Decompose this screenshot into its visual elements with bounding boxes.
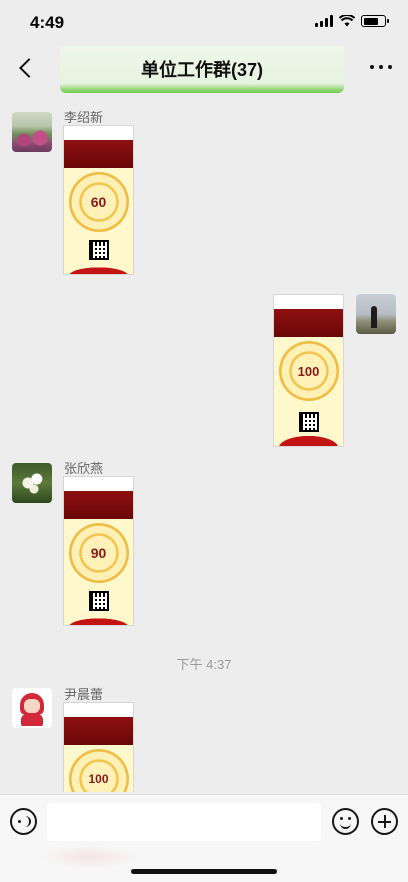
image-message[interactable]: 60 — [63, 125, 134, 275]
image-message[interactable]: 100 — [273, 294, 344, 447]
score-medal: 60 — [68, 172, 129, 232]
sender-name: 张欣燕 — [64, 461, 104, 476]
image-message[interactable]: 90 — [63, 476, 134, 626]
chat-area[interactable]: 李绍新 60 100 张欣燕 90 下午 4:37 尹晨蕾 100 — [0, 92, 408, 792]
sender-name: 尹晨蕾 — [64, 687, 104, 702]
score-medal: 100 — [278, 341, 339, 401]
battery-icon — [361, 15, 389, 27]
qr-code — [88, 591, 109, 611]
plus-icon[interactable] — [371, 808, 398, 835]
more-options-icon[interactable] — [370, 64, 392, 70]
sender-name: 李绍新 — [64, 110, 104, 125]
score-medal: 90 — [68, 523, 129, 583]
score-value: 60 — [90, 194, 107, 210]
image-message[interactable]: 100 — [63, 702, 134, 792]
emoji-icon[interactable] — [332, 808, 359, 835]
chat-title: 单位工作群(37) — [140, 60, 263, 80]
avatar[interactable] — [12, 688, 52, 728]
avatar[interactable] — [12, 463, 52, 503]
input-bar — [0, 794, 408, 882]
signal-icon — [315, 15, 333, 27]
home-indicator — [131, 869, 277, 874]
score-value: 100 — [297, 363, 320, 379]
score-medal: 100 — [68, 749, 129, 792]
avatar[interactable] — [356, 294, 396, 334]
status-time: 4:49 — [30, 13, 65, 32]
score-value: 100 — [88, 772, 109, 786]
voice-input-icon[interactable] — [10, 808, 37, 835]
qr-code — [298, 412, 319, 432]
avatar[interactable] — [12, 112, 52, 152]
qr-code — [88, 240, 109, 260]
score-value: 90 — [90, 545, 107, 561]
back-icon[interactable] — [14, 55, 40, 81]
wifi-icon — [339, 15, 355, 27]
message-input[interactable] — [47, 803, 321, 841]
status-bar: 4:49 — [0, 0, 408, 46]
chat-timestamp: 下午 4:37 — [176, 657, 232, 672]
status-icons — [315, 15, 389, 27]
nav-bar: 单位工作群(37) — [0, 46, 408, 93]
